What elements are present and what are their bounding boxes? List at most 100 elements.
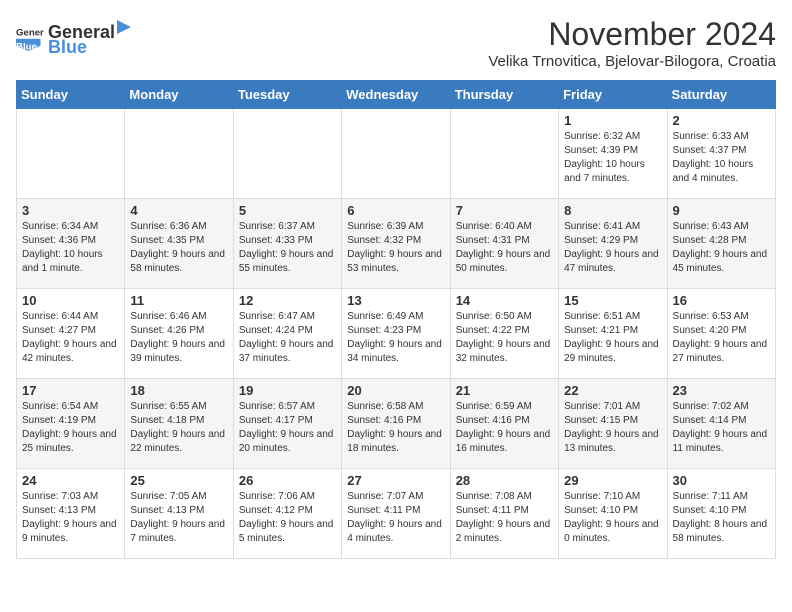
day-cell [125,109,233,199]
day-info: Sunrise: 6:37 AM Sunset: 4:33 PM Dayligh… [239,220,336,276]
day-cell: 8 Sunrise: 6:41 AM Sunset: 4:29 PM Daylig… [559,199,667,289]
day-number: 3 [22,203,119,218]
day-number: 29 [564,473,661,488]
calendar-header-row: SundayMondayTuesdayWednesdayThursdayFrid… [17,81,776,109]
svg-text:General: General [16,27,44,38]
header: General Blue General Blue November 2024 … [16,16,776,70]
logo: General Blue General Blue [16,16,133,58]
day-cell: 21 Sunrise: 6:59 AM Sunset: 4:16 PM Dayli… [450,379,558,469]
header-saturday: Saturday [667,81,775,109]
day-number: 2 [673,113,770,128]
day-cell: 23 Sunrise: 7:02 AM Sunset: 4:14 PM Dayli… [667,379,775,469]
day-cell: 20 Sunrise: 6:58 AM Sunset: 4:16 PM Dayli… [342,379,450,469]
day-cell [342,109,450,199]
day-number: 26 [239,473,336,488]
day-cell: 10 Sunrise: 6:44 AM Sunset: 4:27 PM Dayli… [17,289,125,379]
day-info: Sunrise: 6:54 AM Sunset: 4:19 PM Dayligh… [22,400,119,456]
day-number: 6 [347,203,444,218]
day-info: Sunrise: 6:59 AM Sunset: 4:16 PM Dayligh… [456,400,553,456]
day-number: 17 [22,383,119,398]
day-cell: 2 Sunrise: 6:33 AM Sunset: 4:37 PM Daylig… [667,109,775,199]
day-info: Sunrise: 7:05 AM Sunset: 4:13 PM Dayligh… [130,490,227,546]
day-number: 11 [130,293,227,308]
header-thursday: Thursday [450,81,558,109]
day-cell: 17 Sunrise: 6:54 AM Sunset: 4:19 PM Dayli… [17,379,125,469]
day-number: 15 [564,293,661,308]
week-row-4: 17 Sunrise: 6:54 AM Sunset: 4:19 PM Dayli… [17,379,776,469]
logo-arrow-icon [115,16,133,38]
day-info: Sunrise: 6:36 AM Sunset: 4:35 PM Dayligh… [130,220,227,276]
main-title: November 2024 [488,16,776,53]
day-cell: 18Sunrise: 6:55 AM Sunset: 4:18 PM Dayli… [125,379,233,469]
day-cell: 27 Sunrise: 7:07 AM Sunset: 4:11 PM Dayli… [342,469,450,559]
day-info: Sunrise: 6:39 AM Sunset: 4:32 PM Dayligh… [347,220,444,276]
day-number: 1 [564,113,661,128]
day-info: Sunrise: 7:03 AM Sunset: 4:13 PM Dayligh… [22,490,119,546]
header-monday: Monday [125,81,233,109]
svg-text:Blue: Blue [16,41,37,51]
day-number: 4 [130,203,227,218]
day-cell: 4 Sunrise: 6:36 AM Sunset: 4:35 PM Daylig… [125,199,233,289]
day-cell [233,109,341,199]
day-info: Sunrise: 6:34 AM Sunset: 4:36 PM Dayligh… [22,220,119,276]
week-row-1: 1 Sunrise: 6:32 AM Sunset: 4:39 PM Daylig… [17,109,776,199]
day-cell [17,109,125,199]
day-cell: 12Sunrise: 6:47 AM Sunset: 4:24 PM Dayli… [233,289,341,379]
header-wednesday: Wednesday [342,81,450,109]
day-info: Sunrise: 6:40 AM Sunset: 4:31 PM Dayligh… [456,220,553,276]
day-info: Sunrise: 6:57 AM Sunset: 4:17 PM Dayligh… [239,400,336,456]
day-info: Sunrise: 7:02 AM Sunset: 4:14 PM Dayligh… [673,400,770,456]
day-info: Sunrise: 7:07 AM Sunset: 4:11 PM Dayligh… [347,490,444,546]
logo-icon: General Blue [16,23,44,51]
day-info: Sunrise: 7:01 AM Sunset: 4:15 PM Dayligh… [564,400,661,456]
day-info: Sunrise: 6:33 AM Sunset: 4:37 PM Dayligh… [673,130,770,186]
day-info: Sunrise: 6:47 AM Sunset: 4:24 PM Dayligh… [239,310,336,366]
day-cell: 3 Sunrise: 6:34 AM Sunset: 4:36 PM Daylig… [17,199,125,289]
day-info: Sunrise: 6:32 AM Sunset: 4:39 PM Dayligh… [564,130,661,186]
day-number: 21 [456,383,553,398]
day-number: 27 [347,473,444,488]
day-cell: 28 Sunrise: 7:08 AM Sunset: 4:11 PM Dayli… [450,469,558,559]
day-info: Sunrise: 7:08 AM Sunset: 4:11 PM Dayligh… [456,490,553,546]
week-row-5: 24 Sunrise: 7:03 AM Sunset: 4:13 PM Dayli… [17,469,776,559]
day-cell: 29Sunrise: 7:10 AM Sunset: 4:10 PM Dayli… [559,469,667,559]
day-cell: 1 Sunrise: 6:32 AM Sunset: 4:39 PM Daylig… [559,109,667,199]
week-row-3: 10 Sunrise: 6:44 AM Sunset: 4:27 PM Dayli… [17,289,776,379]
day-cell: 14 Sunrise: 6:50 AM Sunset: 4:22 PM Dayli… [450,289,558,379]
day-number: 20 [347,383,444,398]
day-cell: 25Sunrise: 7:05 AM Sunset: 4:13 PM Dayli… [125,469,233,559]
day-number: 10 [22,293,119,308]
day-info: Sunrise: 6:58 AM Sunset: 4:16 PM Dayligh… [347,400,444,456]
subtitle: Velika Trnovitica, Bjelovar-Bilogora, Cr… [488,53,776,70]
day-cell: 26Sunrise: 7:06 AM Sunset: 4:12 PM Dayli… [233,469,341,559]
day-cell: 6 Sunrise: 6:39 AM Sunset: 4:32 PM Daylig… [342,199,450,289]
day-info: Sunrise: 6:51 AM Sunset: 4:21 PM Dayligh… [564,310,661,366]
day-info: Sunrise: 6:43 AM Sunset: 4:28 PM Dayligh… [673,220,770,276]
day-info: Sunrise: 6:55 AM Sunset: 4:18 PM Dayligh… [130,400,227,456]
day-number: 28 [456,473,553,488]
day-number: 13 [347,293,444,308]
day-cell: 5 Sunrise: 6:37 AM Sunset: 4:33 PM Daylig… [233,199,341,289]
day-number: 24 [22,473,119,488]
day-cell: 7 Sunrise: 6:40 AM Sunset: 4:31 PM Daylig… [450,199,558,289]
day-number: 14 [456,293,553,308]
day-info: Sunrise: 6:41 AM Sunset: 4:29 PM Dayligh… [564,220,661,276]
day-cell: 24 Sunrise: 7:03 AM Sunset: 4:13 PM Dayli… [17,469,125,559]
day-number: 19 [239,383,336,398]
header-friday: Friday [559,81,667,109]
day-number: 22 [564,383,661,398]
day-number: 30 [673,473,770,488]
day-cell: 22 Sunrise: 7:01 AM Sunset: 4:15 PM Dayli… [559,379,667,469]
day-cell: 15 Sunrise: 6:51 AM Sunset: 4:21 PM Dayli… [559,289,667,379]
day-cell: 30Sunrise: 7:11 AM Sunset: 4:10 PM Dayli… [667,469,775,559]
day-number: 23 [673,383,770,398]
day-number: 5 [239,203,336,218]
week-row-2: 3 Sunrise: 6:34 AM Sunset: 4:36 PM Daylig… [17,199,776,289]
day-info: Sunrise: 6:46 AM Sunset: 4:26 PM Dayligh… [130,310,227,366]
day-number: 7 [456,203,553,218]
day-info: Sunrise: 6:44 AM Sunset: 4:27 PM Dayligh… [22,310,119,366]
day-cell: 16Sunrise: 6:53 AM Sunset: 4:20 PM Dayli… [667,289,775,379]
day-number: 9 [673,203,770,218]
day-number: 8 [564,203,661,218]
day-info: Sunrise: 6:50 AM Sunset: 4:22 PM Dayligh… [456,310,553,366]
